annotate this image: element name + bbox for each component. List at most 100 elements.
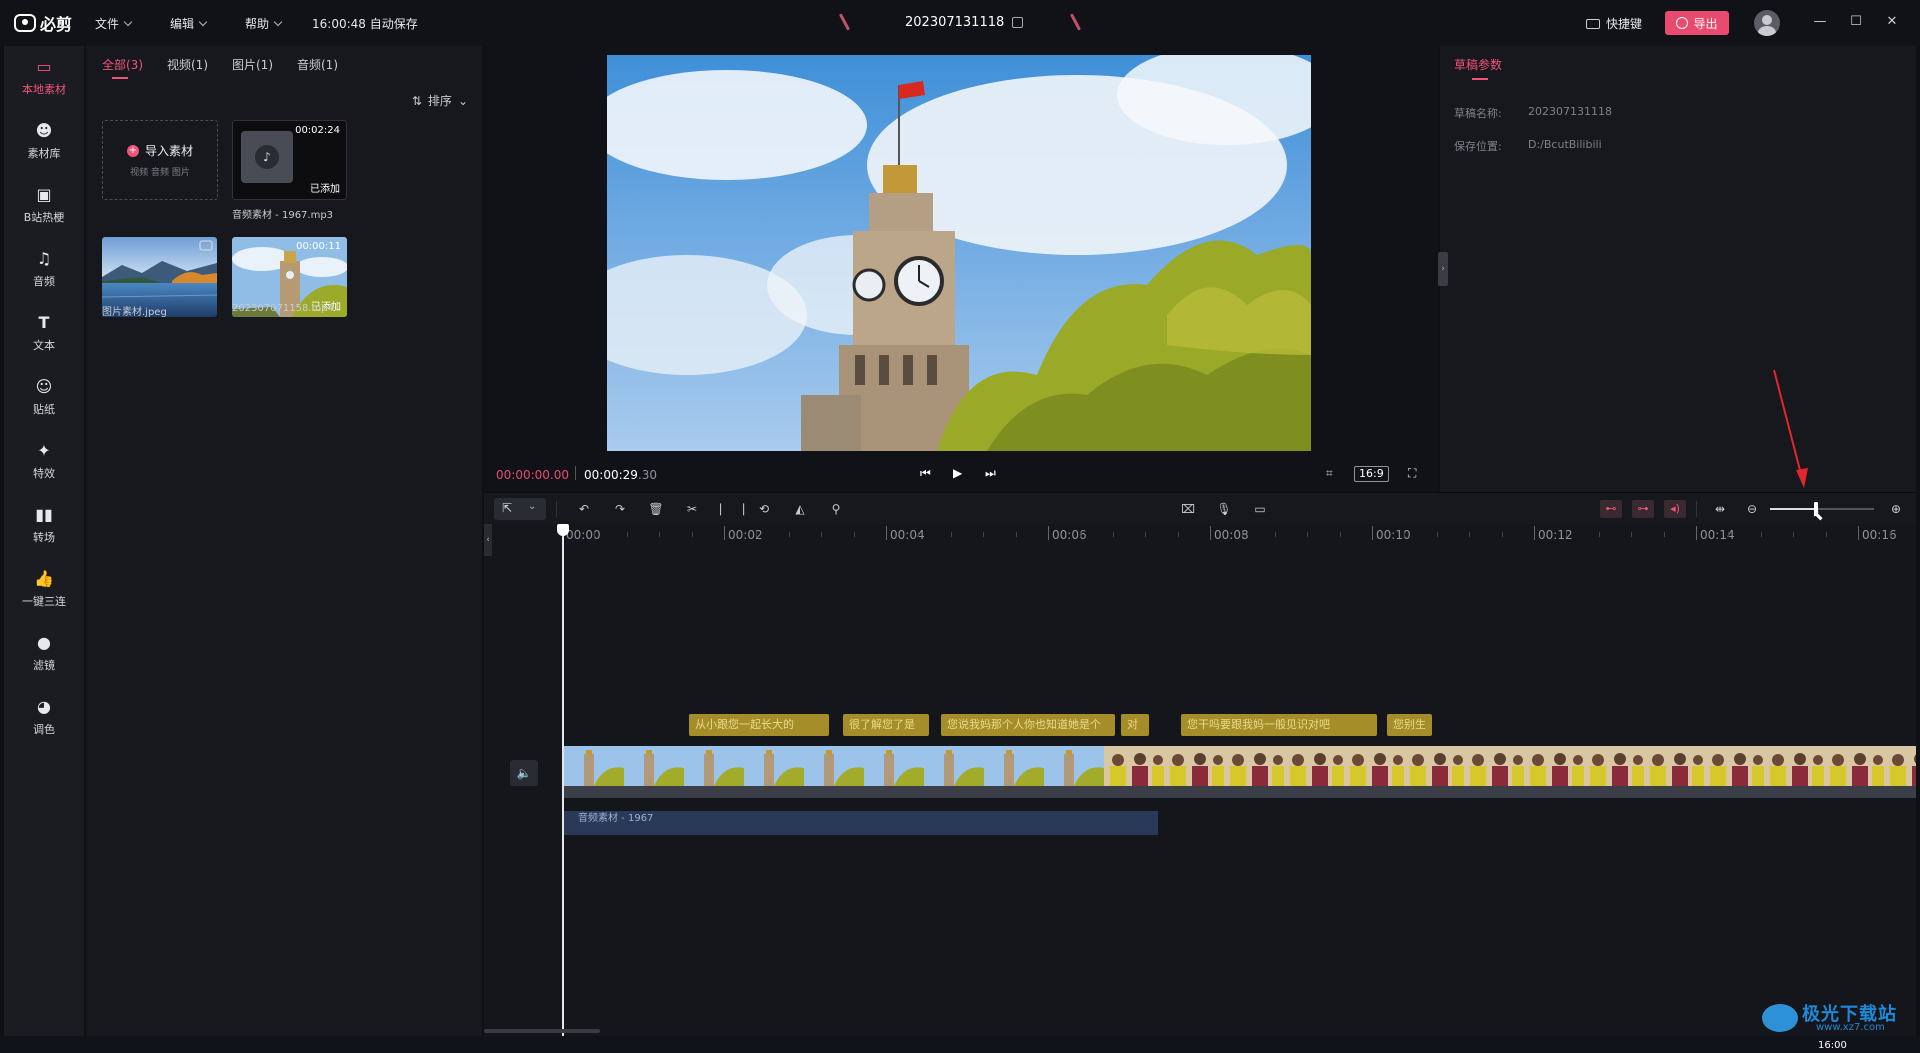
sidebar-item-transition[interactable]: ▮▮ 转场 xyxy=(4,496,84,554)
video-frame-thumb xyxy=(1344,746,1404,786)
fit-timeline-icon[interactable]: ⇹ xyxy=(1712,501,1728,517)
sidebar-item-label: 音频 xyxy=(33,275,55,288)
tab-audio[interactable]: 音频(1) xyxy=(297,56,338,73)
tab-all[interactable]: 全部(3) xyxy=(102,56,143,79)
video-frame-thumb xyxy=(1764,746,1824,786)
select-tool[interactable]: ⇱ ⌄ xyxy=(494,498,546,520)
sidebar-item-effects[interactable]: ✦ 特效 xyxy=(4,432,84,490)
subtitle-clip[interactable]: 很了解您了是 xyxy=(843,714,929,736)
sidebar-item-hot-memes[interactable]: ▣ B站热梗 xyxy=(4,176,84,234)
media-item-audio[interactable]: ♪ 00:02:24 已添加 xyxy=(232,120,347,200)
total-time-main: 00:00:29 xyxy=(584,468,638,482)
collapse-left-icon[interactable]: ‹ xyxy=(484,524,492,556)
magnet-snap-icon[interactable]: ⊶ xyxy=(1632,500,1654,518)
track-volume-icon[interactable]: 🔈 xyxy=(510,760,538,786)
sidebar-item-audio[interactable]: ♫ 音频 xyxy=(4,240,84,298)
minimize-icon[interactable]: — xyxy=(1812,14,1828,30)
zoom-in-icon[interactable]: ⊕ xyxy=(1888,501,1904,517)
video-frame-thumb xyxy=(1524,746,1584,786)
prev-frame-icon[interactable]: ⏮ xyxy=(920,466,931,481)
play-icon[interactable]: ▶ xyxy=(953,466,962,480)
sidebar-item-text[interactable]: T 文本 xyxy=(4,304,84,362)
ruler-tick xyxy=(1372,526,1373,540)
video-frame-thumb xyxy=(1824,746,1884,786)
tab-image[interactable]: 图片(1) xyxy=(232,56,273,73)
total-time-frac: .30 xyxy=(637,468,657,482)
audio-clip[interactable]: 音频素材 - 1967 xyxy=(564,811,1158,835)
subtitle-clip[interactable]: 您干吗要跟我妈一般见识对吧 xyxy=(1181,714,1377,736)
redo-icon[interactable]: ↷ xyxy=(612,501,628,517)
sidebar-item-label: 滤镜 xyxy=(33,659,55,672)
shortcut-button[interactable]: 快捷键 xyxy=(1586,15,1642,32)
split-icon[interactable]: ✂ xyxy=(684,501,700,517)
avatar[interactable] xyxy=(1754,10,1780,36)
ruler-minor-tick xyxy=(594,532,596,537)
pin-icon[interactable]: ⚲ xyxy=(828,501,844,517)
menu-help-label: 帮助 xyxy=(245,17,270,31)
fullscreen-icon[interactable]: ⛶ xyxy=(1408,466,1416,481)
next-frame-icon[interactable]: ⏭ xyxy=(985,466,996,481)
chevron-down-icon: ⌄ xyxy=(457,93,468,108)
ruler-minor-tick xyxy=(626,532,628,537)
media-duration: 00:02:24 xyxy=(295,125,340,136)
crop-icon[interactable]: ⌗ xyxy=(1326,466,1333,481)
ruler-minor-tick xyxy=(691,532,693,537)
sidebar-item-library[interactable]: ☻ 素材库 xyxy=(4,112,84,170)
microphone-icon[interactable]: 🎙 xyxy=(1216,501,1232,517)
subtitle-clip[interactable]: 从小跟您一起长大的 xyxy=(689,714,829,736)
sidebar-item-triple-like[interactable]: 👍 一键三连 xyxy=(4,560,84,618)
maximize-icon[interactable]: ☐ xyxy=(1848,14,1864,30)
trim-icon[interactable]: ⎸⎹ xyxy=(720,501,744,517)
horizontal-scrollbar[interactable] xyxy=(484,1029,600,1033)
param-path-label: 保存位置: xyxy=(1454,140,1502,153)
playhead[interactable] xyxy=(557,524,569,1036)
project-title[interactable]: 202307131118 xyxy=(905,15,1024,30)
camera-icon[interactable]: ▭ xyxy=(1252,501,1268,517)
collapse-panel-icon[interactable]: › xyxy=(1438,252,1448,286)
upload-icon xyxy=(1676,17,1689,29)
import-label: 导入素材 xyxy=(144,144,193,158)
time-divider xyxy=(575,466,576,480)
sidebar-item-label: 调色 xyxy=(33,723,55,736)
zoom-out-icon[interactable]: ⊖ xyxy=(1744,501,1760,517)
delete-icon[interactable]: 🗑 xyxy=(648,501,664,517)
sidebar-item-filter[interactable]: ● 滤镜 xyxy=(4,624,84,682)
divider xyxy=(556,501,557,517)
ruler-label: 00:10 xyxy=(1376,528,1411,542)
menu-edit-label: 编辑 xyxy=(170,17,195,31)
undo-icon[interactable]: ↶ xyxy=(576,501,592,517)
media-duration: 00:00:11 xyxy=(296,241,341,252)
menu-file[interactable]: 文件 xyxy=(95,15,133,32)
sidebar-item-color[interactable]: ◕ 调色 xyxy=(4,688,84,746)
ruler-tick xyxy=(1048,526,1049,540)
ruler-minor-tick xyxy=(1728,532,1730,537)
export-button[interactable]: 导出 xyxy=(1665,11,1729,35)
sort-button[interactable]: ⇅ 排序 ⌄ xyxy=(412,92,468,109)
keyboard-icon xyxy=(1586,18,1600,29)
sidebar-item-sticker[interactable]: ☺ 贴纸 xyxy=(4,368,84,426)
close-icon[interactable]: ✕ xyxy=(1884,14,1900,30)
link-clips-icon[interactable]: ⊷ xyxy=(1600,500,1622,518)
sidebar-item-local-media[interactable]: ▭ 本地素材 xyxy=(4,48,84,106)
ruler-tick xyxy=(1534,526,1535,540)
import-media-button[interactable]: + 导入素材 视频 音频 图片 xyxy=(102,120,218,200)
mute-track-icon[interactable]: ◂) xyxy=(1664,500,1686,518)
subtitle-clip[interactable]: 您别生 xyxy=(1387,714,1432,736)
bilibili-tv-icon: ▣ xyxy=(36,184,52,204)
reverse-icon[interactable]: ⟲ xyxy=(756,501,772,517)
edit-icon[interactable] xyxy=(1012,17,1024,28)
menu-help[interactable]: 帮助 xyxy=(245,15,283,32)
subtitle-clip[interactable]: 您说我妈那个人你也知道她是个 xyxy=(941,714,1115,736)
subtitle-clip[interactable]: 对 xyxy=(1121,714,1149,736)
mirror-icon[interactable]: ◭ xyxy=(792,501,808,517)
preview-frame xyxy=(607,55,1311,451)
preview-panel: 00:00:00.00 00:00:29.30 ⏮ ▶ ⏭ ⌗ 16:9 ⛶ xyxy=(484,46,1438,492)
tab-video[interactable]: 视频(1) xyxy=(167,56,208,73)
aspect-ratio-button[interactable]: 16:9 xyxy=(1354,466,1389,482)
screen-capture-icon[interactable]: ⌧ xyxy=(1180,501,1196,517)
menu-edit[interactable]: 编辑 xyxy=(170,15,208,32)
ruler-minor-tick xyxy=(1242,532,1244,537)
video-waveform-bar xyxy=(564,786,1916,798)
timeline-ruler[interactable]: 00:00 00:02 00:04 00:06 00:08 00:10 00:12 00:14… xyxy=(562,524,1916,550)
decor-slash xyxy=(1069,13,1082,31)
